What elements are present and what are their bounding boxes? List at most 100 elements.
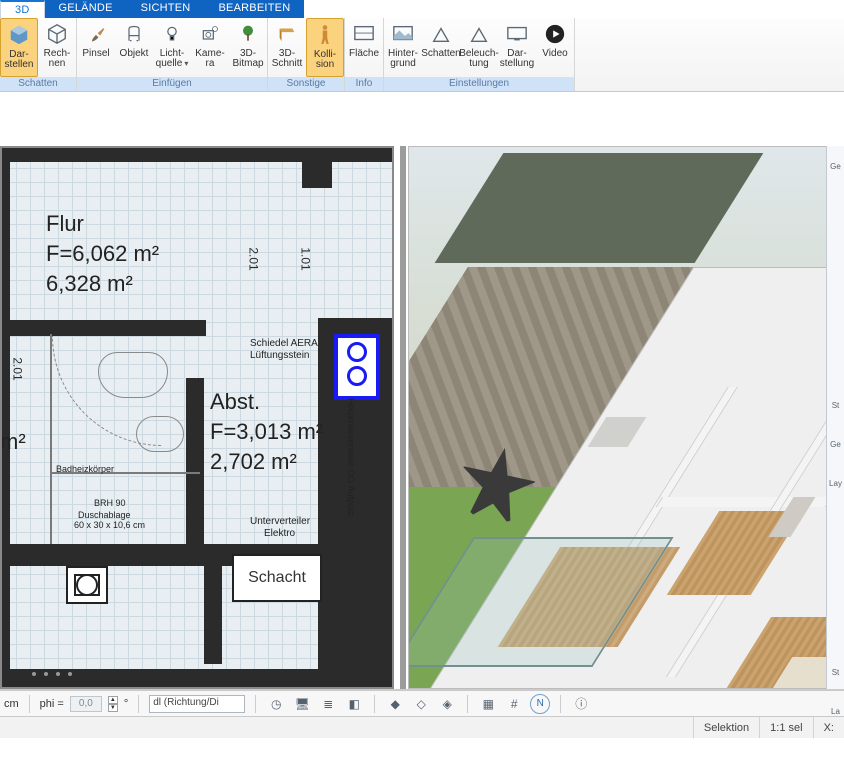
btn-objekt-label: Objekt xyxy=(120,49,149,59)
schiedel2: Lüftungsstein xyxy=(250,350,310,363)
unit-label: cm xyxy=(4,698,19,710)
btn-video-label: Video xyxy=(542,49,567,59)
btn-3d-bitmap-label: 3D- Bitmap xyxy=(232,49,263,69)
btn-rechnen-label: Rech- nen xyxy=(44,49,71,69)
panel-la[interactable]: La xyxy=(831,707,840,716)
tab-sichten[interactable]: SICHTEN xyxy=(127,0,205,18)
untervert1: Unterverteiler xyxy=(250,516,310,529)
ob-hash-icon[interactable]: # xyxy=(504,694,524,714)
ribbon-tab-strip: 3D GELÄNDE SICHTEN BEARBEITEN xyxy=(0,0,844,18)
room-schacht: Schacht xyxy=(232,554,322,602)
panel-ge2[interactable]: Ge xyxy=(830,440,841,449)
btn-pinsel[interactable]: Pinsel xyxy=(77,18,115,77)
area-icon xyxy=(351,21,377,47)
btn-darstellung-label: Dar- stellung xyxy=(500,49,534,69)
panel-st2[interactable]: St xyxy=(832,668,840,677)
abst-a: 2,702 m² xyxy=(210,448,297,476)
btn-3d-schnitt-label: 3D- Schnitt xyxy=(272,49,303,69)
abst-f: F=3,013 m² xyxy=(210,418,323,446)
btn-darstellen[interactable]: Dar- stellen xyxy=(0,18,38,77)
ob-layer3-icon[interactable]: ◈ xyxy=(437,694,457,714)
left-m2: m² xyxy=(0,428,26,456)
btn-pinsel-label: Pinsel xyxy=(82,49,109,59)
ob-north-icon[interactable]: N xyxy=(530,694,550,714)
person-icon xyxy=(312,22,338,48)
cube-icon xyxy=(6,22,32,48)
schiedel1: Schiedel AERA xyxy=(250,338,318,351)
btn-hintergrund-label: Hinter- grund xyxy=(388,49,418,69)
btn-kamera-label: Kame- ra xyxy=(195,49,224,69)
panel-lay[interactable]: Lay xyxy=(829,479,842,488)
lightbulb-icon xyxy=(159,21,185,47)
btn-rechnen[interactable]: Rech- nen xyxy=(38,18,76,77)
btn-kollision[interactable]: Kolli- sion xyxy=(306,18,344,77)
mode-dropdown[interactable]: dl (Richtung/Di xyxy=(149,695,245,713)
view-splitter[interactable] xyxy=(400,146,406,689)
btn-3d-bitmap[interactable]: 3D- Bitmap xyxy=(229,18,267,77)
brh: BRH 90 xyxy=(94,498,126,509)
phi-spinner[interactable]: ▲▼ xyxy=(108,696,118,712)
status-bar: Selektion 1:1 sel X: xyxy=(0,716,844,738)
deg-label: ° xyxy=(124,698,128,710)
tab-bearbeiten[interactable]: BEARBEITEN xyxy=(204,0,304,18)
status-x: X: xyxy=(814,717,844,738)
phi-input[interactable] xyxy=(70,696,102,712)
btn-kamera[interactable]: Kame- ra xyxy=(191,18,229,77)
floorplan-2d-view[interactable]: Schacht Flur F=6,062 m² 6,328 m² Abst. F… xyxy=(0,146,394,689)
ribbon-group-info: Fläche Info xyxy=(345,18,384,91)
group-label-einfuegen: Einfügen xyxy=(77,77,267,91)
group-label-sonstige: Sonstige xyxy=(268,77,344,91)
ob-info-icon[interactable]: ⓘ xyxy=(571,694,591,714)
cube-outline-icon xyxy=(44,21,70,47)
flur-title: Flur xyxy=(46,210,84,238)
panel-st[interactable]: St xyxy=(832,401,840,410)
btn-beleuchtung-label: Beleuch- tung xyxy=(459,49,498,69)
btn-beleuchtung[interactable]: Beleuch- tung xyxy=(460,18,498,77)
btn-schatten-set[interactable]: Schatten xyxy=(422,18,460,77)
ribbon-group-einstellungen: Hinter- grund Schatten Beleuch- tung Dar… xyxy=(384,18,575,91)
btn-objekt[interactable]: Objekt xyxy=(115,18,153,77)
btn-lichtquelle-label: Licht- quelle xyxy=(156,49,189,69)
heizvert: Heizkreisverteiler OG Aufputz xyxy=(346,398,356,516)
btn-darstellung[interactable]: Dar- stellung xyxy=(498,18,536,77)
dim-201-b: 2.01 xyxy=(11,357,25,380)
tab-3d[interactable]: 3D xyxy=(0,0,45,18)
side-panels: Ge St Ge Lay St La xyxy=(826,146,844,689)
ribbon-group-sonstige: 3D- Schnitt Kolli- sion Sonstige xyxy=(268,18,345,91)
ob-layer1-icon[interactable]: ◆ xyxy=(385,694,405,714)
abst-title: Abst. xyxy=(210,388,260,416)
ribbon-group-schatten: Dar- stellen Rech- nen Schatten xyxy=(0,18,77,91)
tab-gelaende[interactable]: GELÄNDE xyxy=(45,0,127,18)
ob-monitor-icon[interactable]: 🖥 xyxy=(292,694,312,714)
ob-align-icon[interactable]: ≣ xyxy=(318,694,338,714)
untervert2: Elektro xyxy=(264,528,295,541)
background-icon xyxy=(390,21,416,47)
ob-layer2-icon[interactable]: ◇ xyxy=(411,694,431,714)
btn-darstellen-label: Dar- stellen xyxy=(5,50,34,70)
perspective-3d-view[interactable] xyxy=(408,146,828,689)
btn-3d-schnitt[interactable]: 3D- Schnitt xyxy=(268,18,306,77)
btn-hintergrund[interactable]: Hinter- grund xyxy=(384,18,422,77)
ob-clock-icon[interactable]: ◷ xyxy=(266,694,286,714)
ribbon-group-einfuegen: Pinsel Objekt Licht- quelle Kame- ra xyxy=(77,18,268,91)
schacht-label: Schacht xyxy=(248,569,306,587)
btn-video[interactable]: Video xyxy=(536,18,574,77)
lighting-icon xyxy=(466,21,492,47)
btn-flaeche[interactable]: Fläche xyxy=(345,18,383,77)
btn-lichtquelle[interactable]: Licht- quelle xyxy=(153,18,191,77)
status-scale: 1:1 sel xyxy=(760,717,813,738)
camera-icon xyxy=(197,21,223,47)
dusch2: 60 x 30 x 10,6 cm xyxy=(74,520,145,531)
section-icon xyxy=(274,21,300,47)
btn-flaeche-label: Fläche xyxy=(349,49,379,59)
group-label-info: Info xyxy=(345,77,383,91)
ob-grid-icon[interactable]: ▦ xyxy=(478,694,498,714)
play-icon xyxy=(542,21,568,47)
btn-kollision-label: Kolli- sion xyxy=(314,50,336,70)
ob-cube-icon[interactable]: ◧ xyxy=(344,694,364,714)
panel-ge[interactable]: Ge xyxy=(830,162,841,171)
brush-icon xyxy=(83,21,109,47)
bad-hk: Badheizkörper xyxy=(56,464,114,475)
ribbon-toolbar: Dar- stellen Rech- nen Schatten Pinsel xyxy=(0,18,844,92)
dim-101: 1.01 xyxy=(299,247,313,270)
